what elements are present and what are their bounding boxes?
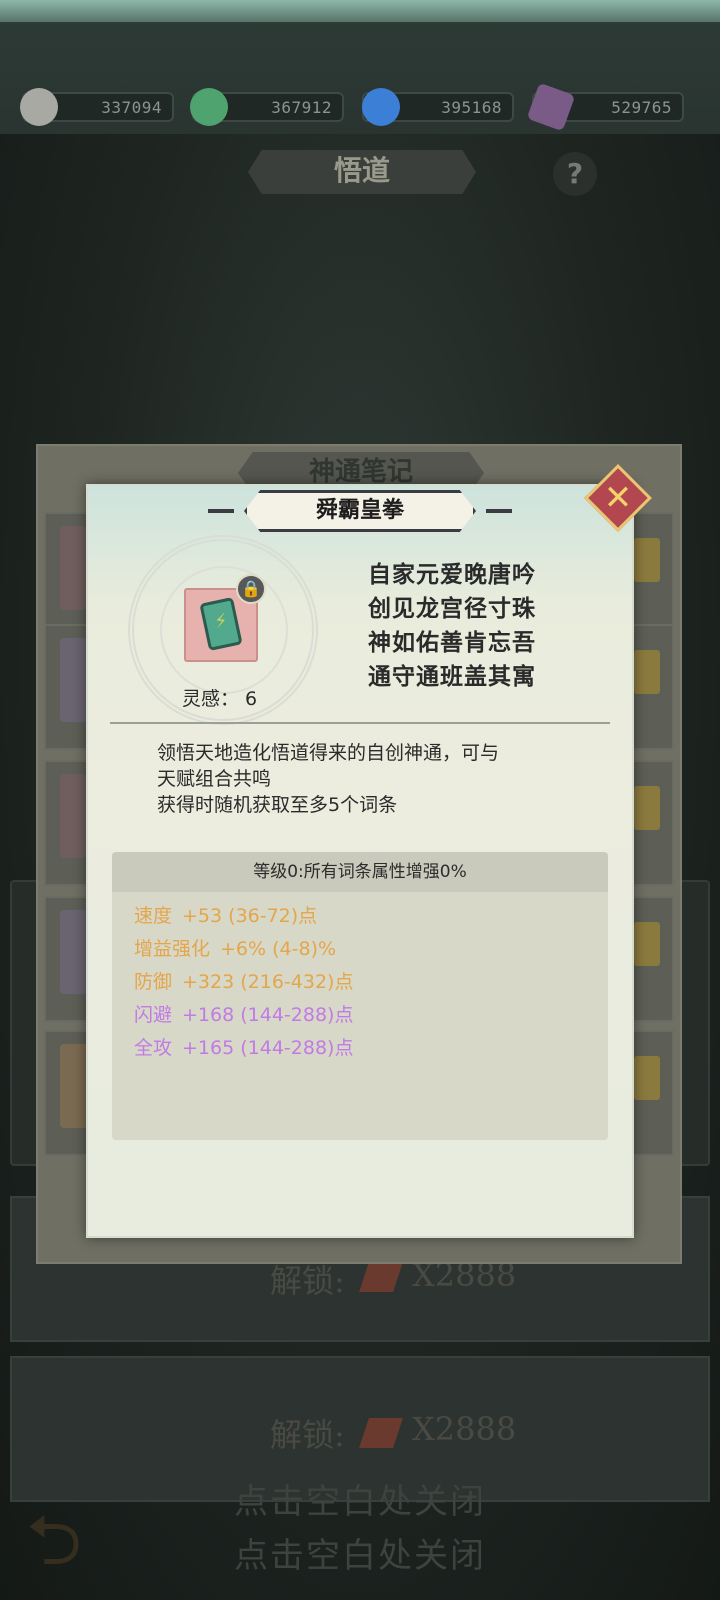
lock-icon: 🔒 [236, 574, 266, 604]
stat-row-buff: 增益强化 +6% (4-8)% [134, 937, 336, 961]
poem-line: 神如佑善肯忘吾 [368, 629, 536, 656]
stat-name: 防御 [134, 971, 173, 993]
resource-crystal-value: 529765 [611, 98, 672, 117]
unlock-cost: X2888 [412, 1410, 517, 1448]
stat-row-dodge: 闪避 +168 (144-288)点 [134, 1003, 353, 1027]
unlock-label: 解锁: [270, 1416, 345, 1454]
stat-value: +53 (36-72)点 [182, 905, 318, 927]
stat-row-attack: 全攻 +165 (144-288)点 [134, 1036, 353, 1060]
row-button[interactable] [634, 650, 660, 694]
help-button[interactable]: ? [553, 152, 597, 196]
stat-value: +6% (4-8)% [220, 938, 337, 960]
stat-row-defense: 防御 +323 (216-432)点 [134, 970, 353, 994]
blue-flame-icon [362, 88, 400, 126]
back-arrow-icon[interactable]: ⮌ [26, 1500, 176, 1580]
stat-value: +168 (144-288)点 [182, 1004, 354, 1026]
description-line: 领悟天地造化悟道得来的自创神通，可与 [157, 742, 500, 764]
inspiration-count: 灵感： 6 [182, 688, 258, 710]
divider [110, 722, 610, 724]
stat-name: 速度 [134, 905, 173, 927]
stats-panel [112, 852, 608, 1140]
row-button[interactable] [634, 1056, 660, 1100]
title-ornament-left [208, 509, 234, 513]
skill-description: 领悟天地造化悟道得来的自创神通，可与 天赋组合共鸣 获得时随机获取至多5个词条 [157, 740, 597, 818]
poem-line: 自家元爱晚唐吟 [368, 561, 536, 588]
row-button[interactable] [634, 538, 660, 582]
stat-name: 全攻 [134, 1037, 173, 1059]
poem-line: 通守通班盖其寓 [368, 663, 536, 690]
resource-silver-value: 337094 [101, 98, 162, 117]
stat-value: +165 (144-288)点 [182, 1037, 354, 1059]
stat-name: 增益强化 [134, 938, 211, 960]
poem-block: 自家元爱晚唐吟 创见龙宫径寸珠 神如佑善肯忘吾 通守通班盖其寓 [368, 558, 588, 694]
description-line: 获得时随机获取至多5个词条 [157, 794, 398, 816]
description-line: 天赋组合共鸣 [157, 768, 272, 790]
top-sky-strip [0, 0, 720, 22]
close-icon[interactable]: ✕ [598, 478, 638, 518]
stat-row-speed: 速度 +53 (36-72)点 [134, 904, 317, 928]
poem-line: 创见龙宫径寸珠 [368, 595, 536, 622]
stat-value: +323 (216-432)点 [182, 971, 354, 993]
stat-name: 闪避 [134, 1004, 173, 1026]
resource-jade-value: 367912 [271, 98, 332, 117]
row-button[interactable] [634, 786, 660, 830]
row-button[interactable] [634, 922, 660, 966]
title-ornament-right [486, 509, 512, 513]
level-bonus-header: 等级0:所有词条属性增强0% [112, 852, 608, 892]
page-title: 悟道 [248, 150, 476, 194]
jade-ore-icon [190, 88, 228, 126]
resource-flame-value: 395168 [441, 98, 502, 117]
modal-title: 舜霸皇拳 [244, 490, 476, 532]
silver-coin-icon [20, 88, 58, 126]
